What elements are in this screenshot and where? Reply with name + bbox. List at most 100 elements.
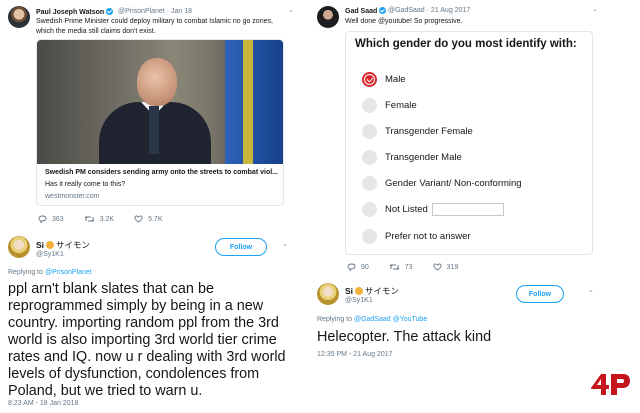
follow-button[interactable]: Follow <box>516 285 564 303</box>
tweet-text-line: reprogrammed simply by being in a new <box>8 298 264 314</box>
reply-icon <box>347 263 356 271</box>
poll-option-label: Transgender Male <box>385 152 462 163</box>
poll-option-label: Male <box>385 74 406 85</box>
radio-icon[interactable] <box>362 202 377 217</box>
like-button[interactable]: 5.7K <box>134 215 163 223</box>
tweet-text-line: world is also importing 3rd world tier c… <box>8 332 277 348</box>
card-image <box>37 40 283 164</box>
tweet-text-line: Poland, but we tried to warn u. <box>8 383 203 399</box>
tweet-timestamp[interactable]: 8:23 AM - 18 Jan 2018 <box>8 400 78 407</box>
tweet-text: Well done @youtube! So progressive. <box>345 18 463 25</box>
card-domain: westmonster.com <box>45 193 100 200</box>
link-card[interactable]: Swedish PM considers sending army onto t… <box>36 39 284 206</box>
poll-title: Which gender do you most identify with: <box>355 38 577 50</box>
follow-button[interactable]: Follow <box>215 238 267 256</box>
author-name-text: Si <box>36 240 45 250</box>
author-name-suffix: サイモン <box>365 286 400 296</box>
author-name[interactable]: Si サイモン <box>345 285 399 297</box>
poll-option-label: Prefer not to answer <box>385 231 471 242</box>
reply-icon <box>38 215 47 223</box>
retweet-button[interactable]: 3.2K <box>84 215 114 223</box>
4players-logo: 4P <box>588 370 632 400</box>
tweet-timestamp[interactable]: 12:35 PM - 21 Aug 2017 <box>317 351 393 358</box>
author-name-suffix: サイモン <box>56 240 91 250</box>
tweet-text: Swedish Prime Minister could deploy mili… <box>36 17 296 37</box>
replying-to: Replying to @GadSaad @YouTube <box>317 316 427 323</box>
radio-icon[interactable] <box>362 150 377 165</box>
tweet-text-line: which the media still claims don't exist… <box>36 28 156 35</box>
like-icon <box>432 263 442 271</box>
poll-option-transgender-female[interactable]: Transgender Female <box>362 124 473 139</box>
replying-to: Replying to @PrisonPlanet <box>8 269 92 276</box>
reply-count: 363 <box>52 215 64 223</box>
retweet-count: 73 <box>404 263 413 271</box>
tweet-actions: 363 3.2K 5.7K <box>38 215 183 223</box>
tweet-text-line: levels of dysfunction, condolences from <box>8 366 260 382</box>
avatar[interactable] <box>8 236 30 258</box>
replying-to-link[interactable]: @GadSaad @YouTube <box>354 316 427 323</box>
retweet-count: 3.2K <box>99 215 115 223</box>
person-head-shape <box>137 58 177 106</box>
radio-icon[interactable] <box>362 176 377 191</box>
poll-option-not-listed[interactable]: Not Listed <box>362 202 504 217</box>
author-handle[interactable]: @GadSaad · 21 Aug 2017 <box>388 7 470 14</box>
poll-option-label: Transgender Female <box>385 126 473 137</box>
chevron-down-icon[interactable]: ⌄ <box>592 5 598 13</box>
like-count: 319 <box>446 263 459 271</box>
not-listed-input[interactable] <box>431 203 504 216</box>
poll-option-gender-variant[interactable]: Gender Variant/ Non-conforming <box>362 176 522 191</box>
retweet-icon <box>389 264 400 270</box>
replying-prefix: Replying to <box>317 316 354 323</box>
like-icon <box>134 215 143 223</box>
poll-image[interactable] <box>345 31 593 255</box>
author-name-text: Paul Joseph Watson <box>36 9 105 16</box>
author-handle[interactable]: @Sy1K1 <box>36 251 64 258</box>
tweet-text-line: country. importing random ppl from the 3… <box>8 315 279 331</box>
chevron-down-icon[interactable]: ⌄ <box>588 286 594 294</box>
poll-option-transgender-male[interactable]: Transgender Male <box>362 150 462 165</box>
reply-button[interactable]: 363 <box>38 215 64 223</box>
poll-option-label: Female <box>385 100 417 111</box>
author-name[interactable]: Gad Saad <box>345 7 387 15</box>
retweet-icon <box>84 216 95 222</box>
radio-icon[interactable] <box>362 124 377 139</box>
flag-shape <box>225 40 283 164</box>
reply-button[interactable]: 90 <box>347 263 369 271</box>
avatar[interactable] <box>317 6 339 28</box>
avatar[interactable] <box>317 283 339 305</box>
tweet-text: ppl arn't blank slates that can be repro… <box>8 281 300 400</box>
card-title: Swedish PM considers sending army onto t… <box>45 169 278 176</box>
poll-option-label: Not Listed <box>385 204 428 215</box>
author-handle[interactable]: @Sy1K1 <box>345 297 373 304</box>
tweet-text-line: Swedish Prime Minister could deploy mili… <box>36 18 273 25</box>
poll-option-female[interactable]: Female <box>362 98 417 113</box>
tweet-actions: 90 73 319 <box>347 263 478 271</box>
radio-icon[interactable] <box>362 98 377 113</box>
radio-icon[interactable] <box>362 229 377 244</box>
author-name[interactable]: Paul Joseph Watson <box>36 8 114 16</box>
author-name[interactable]: Si サイモン <box>36 239 90 251</box>
retweet-button[interactable]: 73 <box>389 263 413 271</box>
author-handle[interactable]: @PrisonPlanet · Jan 18 <box>118 8 192 15</box>
radio-selected-icon[interactable] <box>362 72 377 87</box>
chevron-down-icon[interactable]: ⌄ <box>288 6 294 14</box>
flag-stripe <box>243 40 253 164</box>
verified-badge-icon <box>106 8 114 15</box>
emoji-icon <box>355 287 364 295</box>
replying-prefix: Replying to <box>8 269 45 276</box>
tweet-text-line: rates and IQ. now u r dealing with 3rd w… <box>8 349 286 365</box>
verified-badge-icon <box>379 7 387 14</box>
author-name-text: Gad Saad <box>345 8 378 15</box>
emoji-icon <box>46 241 55 249</box>
tweet-text: Helecopter. The attack kind <box>317 329 492 345</box>
person-tie-shape <box>149 106 159 154</box>
card-description: Has it really come to this? <box>45 181 126 188</box>
replying-to-link[interactable]: @PrisonPlanet <box>45 269 92 276</box>
like-button[interactable]: 319 <box>432 263 459 271</box>
author-name-text: Si <box>345 286 354 296</box>
poll-option-male[interactable]: Male <box>362 72 406 87</box>
avatar[interactable] <box>8 6 30 28</box>
poll-option-prefer-not[interactable]: Prefer not to answer <box>362 229 471 244</box>
chevron-down-icon[interactable]: ⌄ <box>282 240 288 248</box>
poll-option-label: Gender Variant/ Non-conforming <box>385 178 522 189</box>
